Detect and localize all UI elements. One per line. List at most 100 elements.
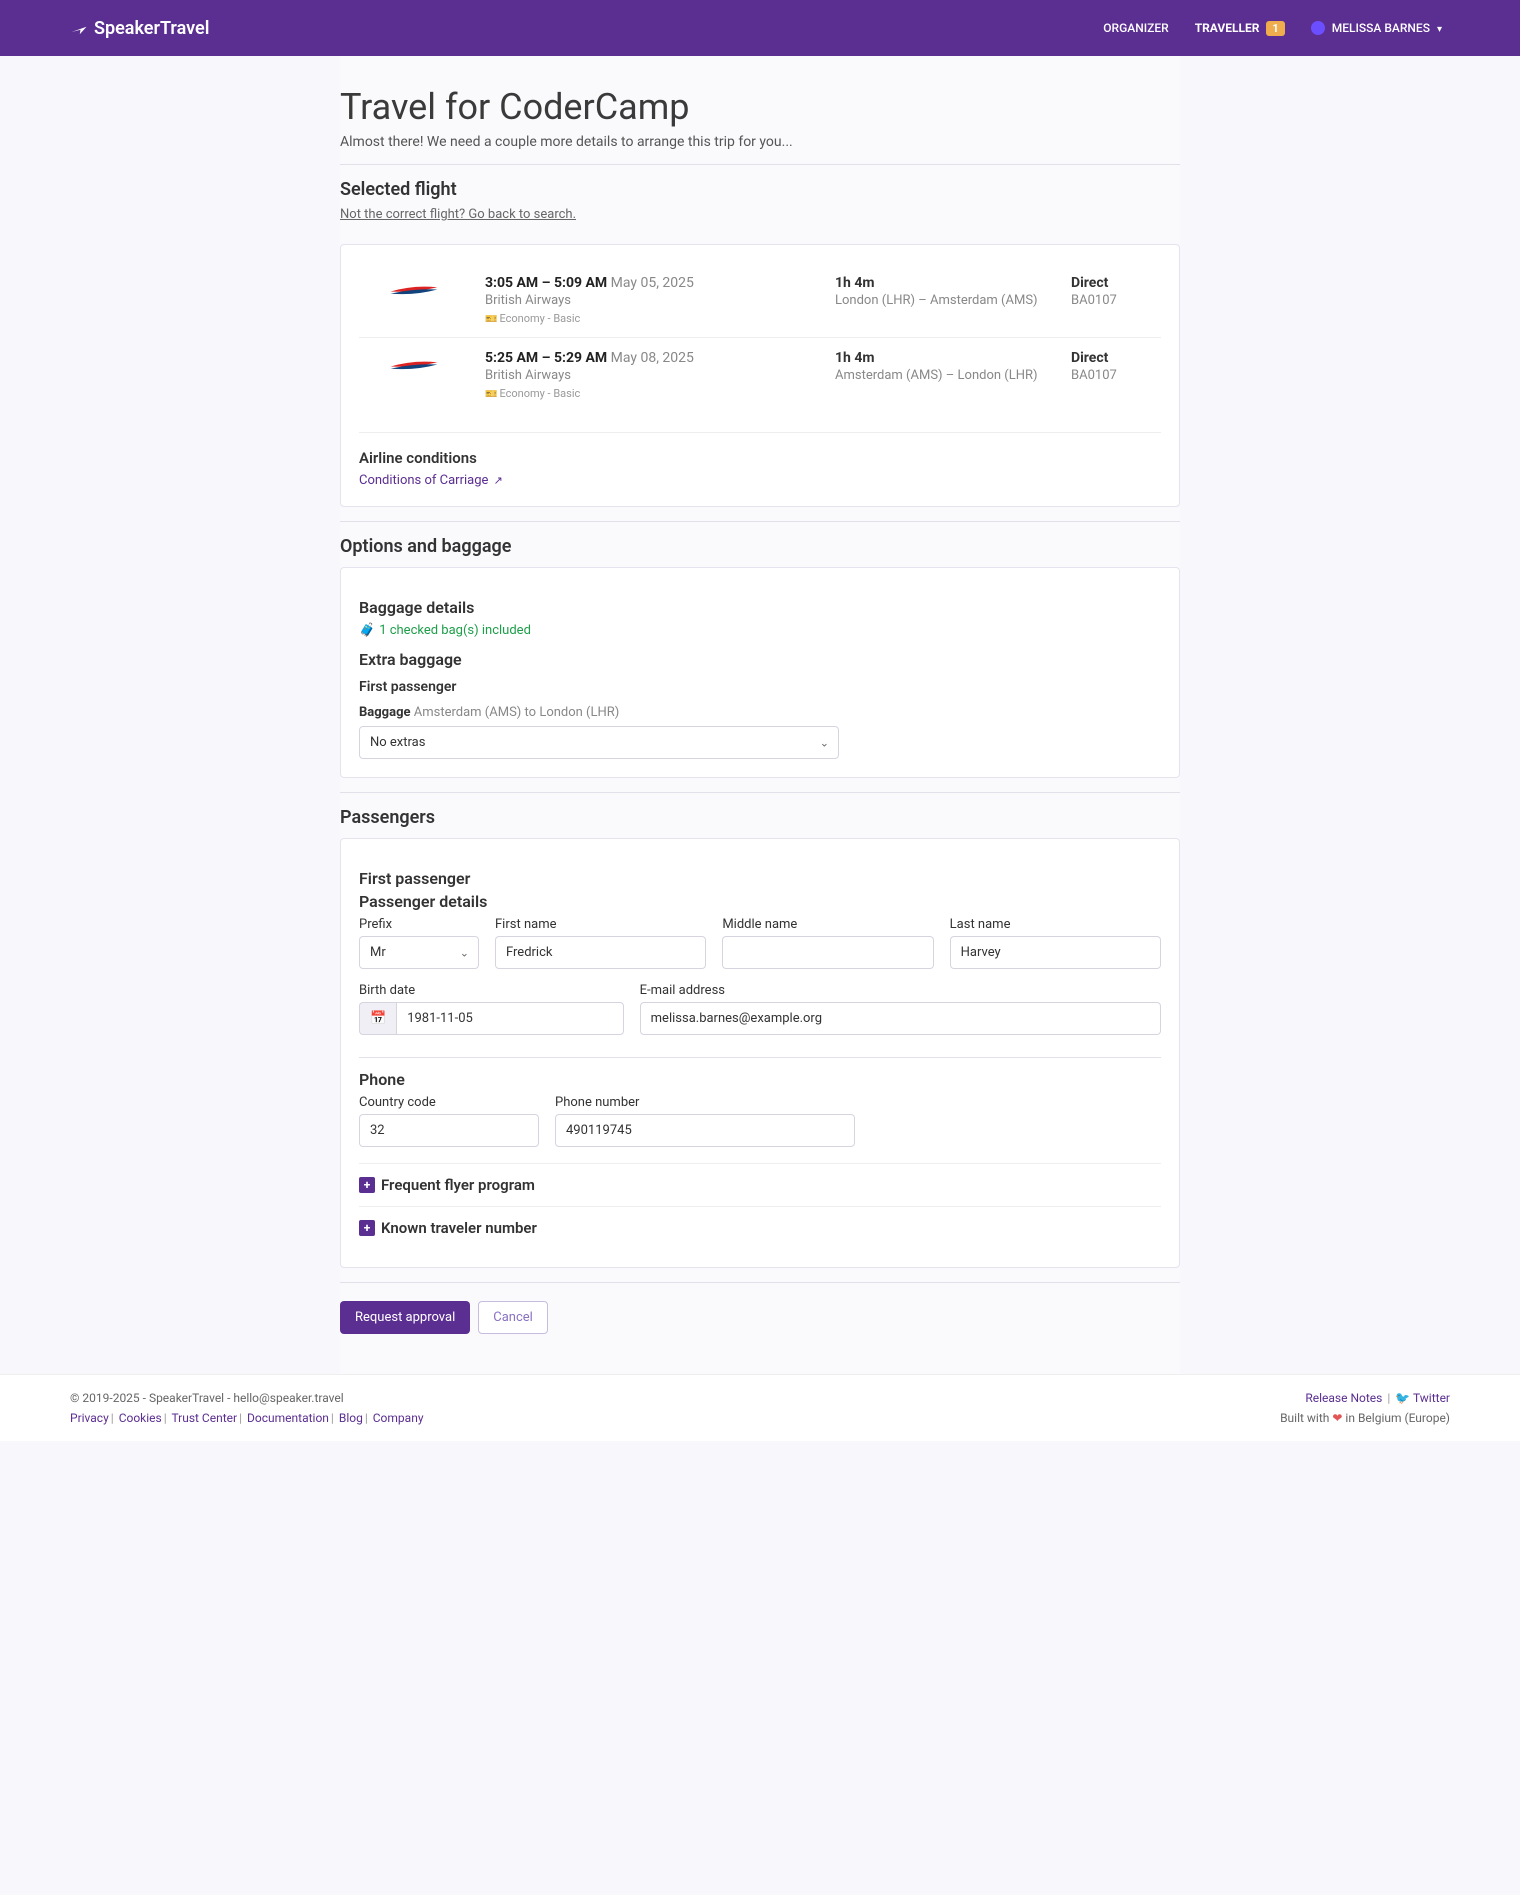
leg-times-col: 5:25 AM – 5:29 AM May 08, 2025 British A…	[485, 350, 819, 400]
leg-date: May 05, 2025	[611, 275, 694, 291]
footer: © 2019-2025 - SpeakerTravel - hello@spea…	[0, 1374, 1520, 1441]
first-passenger-label: First passenger	[359, 679, 1161, 695]
nav-traveller-label: TRAVELLER	[1195, 21, 1260, 35]
page-subtitle: Almost there! We need a couple more deta…	[340, 134, 1180, 150]
nav-user-menu[interactable]: MELISSA BARNES ▾	[1303, 15, 1450, 42]
ktn-expand[interactable]: + Known traveler number	[359, 1206, 1161, 1249]
divider	[340, 792, 1180, 793]
selected-flight-heading: Selected flight	[340, 179, 1180, 200]
airline-logo	[359, 275, 469, 325]
phone-number-label: Phone number	[555, 1095, 855, 1110]
brand[interactable]: SpeakerTravel	[70, 18, 209, 39]
brand-text: SpeakerTravel	[94, 18, 209, 39]
prefix-select[interactable]: Mr	[359, 936, 479, 969]
calendar-icon: 📅	[359, 1002, 396, 1035]
footer-blog[interactable]: Blog	[339, 1411, 363, 1425]
first-passenger-heading: First passenger	[359, 869, 1161, 888]
footer-copyright: © 2019-2025 - SpeakerTravel - hello@spea…	[70, 1391, 424, 1405]
plus-icon: +	[359, 1220, 375, 1236]
extra-baggage-select[interactable]: No extras	[359, 726, 839, 759]
leg-route: London (LHR) – Amsterdam (AMS)	[835, 293, 1055, 308]
page-title: Travel for CoderCamp	[340, 86, 1180, 128]
footer-release-notes[interactable]: Release Notes	[1305, 1391, 1382, 1405]
first-name-input[interactable]	[495, 936, 706, 969]
prefix-label: Prefix	[359, 917, 479, 932]
leg-flight-no: BA0107	[1071, 293, 1161, 308]
divider	[340, 164, 1180, 165]
leg-times: 5:25 AM – 5:29 AM	[485, 350, 607, 366]
plane-icon	[70, 18, 88, 38]
leg-date: May 08, 2025	[611, 350, 694, 366]
twitter-icon: 🐦	[1395, 1391, 1410, 1405]
divider	[340, 1282, 1180, 1283]
leg-cabin: Economy - Basic	[499, 387, 580, 400]
last-name-input[interactable]	[950, 936, 1161, 969]
last-name-label: Last name	[950, 917, 1161, 932]
phone-number-input[interactable]	[555, 1114, 855, 1147]
leg-airline: British Airways	[485, 368, 819, 383]
heart-icon: ❤	[1332, 1411, 1342, 1425]
footer-twitter[interactable]: Twitter	[1413, 1391, 1450, 1405]
divider	[340, 521, 1180, 522]
plus-icon: +	[359, 1177, 375, 1193]
leg-right-col: Direct BA0107	[1071, 275, 1161, 325]
flight-leg: 3:05 AM – 5:09 AM May 05, 2025 British A…	[359, 263, 1161, 337]
leg-stops: Direct	[1071, 275, 1161, 291]
phone-heading: Phone	[359, 1070, 1161, 1089]
flight-card: 3:05 AM – 5:09 AM May 05, 2025 British A…	[340, 244, 1180, 507]
country-code-input[interactable]	[359, 1114, 539, 1147]
email-label: E-mail address	[640, 983, 1161, 998]
baggage-card: Baggage details 🧳 1 checked bag(s) inclu…	[340, 567, 1180, 778]
birth-date-input[interactable]	[396, 1002, 623, 1035]
middle-name-label: Middle name	[722, 917, 933, 932]
leg-right-col: Direct BA0107	[1071, 350, 1161, 400]
baggage-route-label: Baggage Amsterdam (AMS) to London (LHR)	[359, 705, 1161, 720]
ticket-icon: 🎫	[485, 314, 497, 325]
footer-trust[interactable]: Trust Center	[171, 1411, 237, 1425]
extra-baggage-heading: Extra baggage	[359, 650, 1161, 669]
flight-leg: 5:25 AM – 5:29 AM May 08, 2025 British A…	[359, 337, 1161, 412]
avatar-icon	[1311, 21, 1325, 35]
ktn-label: Known traveler number	[381, 1219, 537, 1237]
passenger-details-heading: Passenger details	[359, 892, 1161, 911]
first-name-label: First name	[495, 917, 706, 932]
baggage-included: 🧳 1 checked bag(s) included	[359, 623, 1161, 638]
passengers-heading: Passengers	[340, 807, 1180, 828]
middle-name-input[interactable]	[722, 936, 933, 969]
traveller-badge: 1	[1266, 21, 1284, 36]
conditions-of-carriage-link[interactable]: Conditions of Carriage ↗	[359, 473, 503, 488]
nav-right: ORGANIZER TRAVELLER 1 MELISSA BARNES ▾	[1095, 15, 1450, 42]
cancel-button[interactable]: Cancel	[478, 1301, 548, 1334]
airline-conditions-heading: Airline conditions	[359, 432, 1161, 467]
request-approval-button[interactable]: Request approval	[340, 1301, 470, 1334]
footer-company[interactable]: Company	[373, 1411, 424, 1425]
footer-cookies[interactable]: Cookies	[119, 1411, 162, 1425]
main: Travel for CoderCamp Almost there! We ne…	[340, 56, 1180, 1374]
ticket-icon: 🎫	[485, 389, 497, 400]
baggage-details-heading: Baggage details	[359, 598, 1161, 617]
leg-duration: 1h 4m	[835, 275, 1055, 291]
nav-traveller[interactable]: TRAVELLER 1	[1187, 15, 1293, 41]
built-suffix: in Belgium (Europe)	[1345, 1411, 1450, 1425]
leg-times-col: 3:05 AM – 5:09 AM May 05, 2025 British A…	[485, 275, 819, 325]
footer-docs[interactable]: Documentation	[247, 1411, 329, 1425]
divider	[359, 1057, 1161, 1058]
baggage-label-prefix: Baggage	[359, 705, 411, 720]
nav-organizer[interactable]: ORGANIZER	[1095, 15, 1176, 41]
user-name: MELISSA BARNES	[1332, 21, 1430, 35]
leg-airline: British Airways	[485, 293, 819, 308]
footer-privacy[interactable]: Privacy	[70, 1411, 109, 1425]
leg-route: Amsterdam (AMS) – London (LHR)	[835, 368, 1055, 383]
passenger-card: First passenger Passenger details Prefix…	[340, 838, 1180, 1268]
back-to-search-link[interactable]: Not the correct flight? Go back to searc…	[340, 207, 576, 222]
suitcase-icon: 🧳	[359, 623, 375, 638]
conditions-link-text: Conditions of Carriage	[359, 473, 488, 488]
leg-duration: 1h 4m	[835, 350, 1055, 366]
ffp-expand[interactable]: + Frequent flyer program	[359, 1163, 1161, 1206]
footer-built: Built with ❤ in Belgium (Europe)	[1280, 1411, 1450, 1425]
email-input[interactable]	[640, 1002, 1161, 1035]
external-link-icon: ↗	[494, 474, 503, 487]
leg-stops: Direct	[1071, 350, 1161, 366]
baggage-label-route: Amsterdam (AMS) to London (LHR)	[414, 705, 620, 720]
action-buttons: Request approval Cancel	[340, 1301, 1180, 1334]
